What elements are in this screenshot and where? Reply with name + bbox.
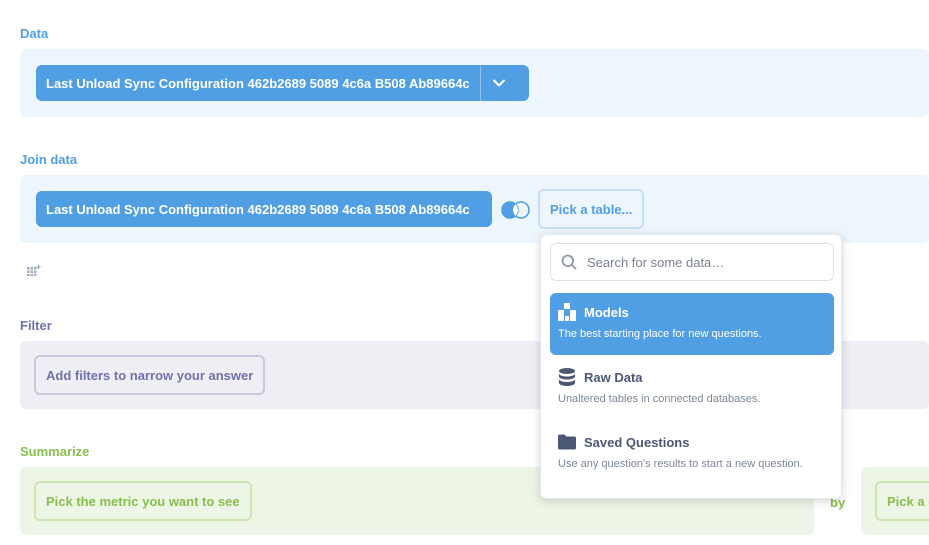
pick-metric-label: Pick the metric you want to see xyxy=(46,493,240,509)
pick-metric-button[interactable]: Pick the metric you want to see xyxy=(34,481,252,521)
data-option-description: Unaltered tables in connected databases. xyxy=(558,393,761,405)
data-search-input[interactable] xyxy=(587,254,827,270)
data-option-saved-questions[interactable]: Saved Questions Use any question's resul… xyxy=(550,423,834,485)
data-option-raw-data[interactable]: Raw Data Unaltered tables in connected d… xyxy=(550,358,834,420)
add-filter-label: Add filters to narrow your answer xyxy=(46,367,254,383)
data-search-box[interactable] xyxy=(550,243,834,281)
join-type-icon[interactable] xyxy=(500,201,532,224)
join-section-label: Join data xyxy=(20,152,78,167)
source-table-name: Last Unload Sync Configuration 462b2689 … xyxy=(46,75,470,91)
pick-groupby-button[interactable]: Pick a c xyxy=(875,481,929,521)
join-left-table[interactable]: Last Unload Sync Configuration 462b2689 … xyxy=(36,191,492,227)
add-filter-button[interactable]: Add filters to narrow your answer xyxy=(34,355,266,395)
data-option-title: Raw Data xyxy=(584,369,643,385)
data-option-description: Use any question's results to start a ne… xyxy=(558,458,803,470)
pick-table-button[interactable]: Pick a table... xyxy=(538,189,645,229)
data-option-models[interactable]: Models The best starting place for new q… xyxy=(550,293,834,355)
pick-groupby-label: Pick a c xyxy=(887,493,929,509)
source-table-selector[interactable]: Last Unload Sync Configuration 462b2689 … xyxy=(36,65,529,101)
data-section-label: Data xyxy=(20,26,49,41)
folder-icon xyxy=(558,433,576,451)
chevron-down-icon[interactable] xyxy=(481,65,517,101)
search-icon xyxy=(551,254,587,270)
summarize-groupby-step: Pick a c xyxy=(861,467,929,535)
join-step: Last Unload Sync Configuration 462b2689 … xyxy=(20,175,929,243)
data-step: Last Unload Sync Configuration 462b2689 … xyxy=(20,49,929,117)
model-icon xyxy=(558,303,576,321)
data-option-title: Saved Questions xyxy=(584,434,690,450)
summarize-section-label: Summarize xyxy=(20,444,90,459)
data-option-title: Models xyxy=(584,304,629,320)
data-option-description: The best starting place for new question… xyxy=(558,328,762,340)
pick-table-label: Pick a table... xyxy=(550,201,633,217)
custom-column-icon[interactable] xyxy=(27,263,43,281)
filter-section-label: Filter xyxy=(20,318,52,333)
data-picker-popover: Models The best starting place for new q… xyxy=(540,234,842,499)
database-icon xyxy=(558,368,576,386)
join-left-table-name: Last Unload Sync Configuration 462b2689 … xyxy=(46,201,470,217)
